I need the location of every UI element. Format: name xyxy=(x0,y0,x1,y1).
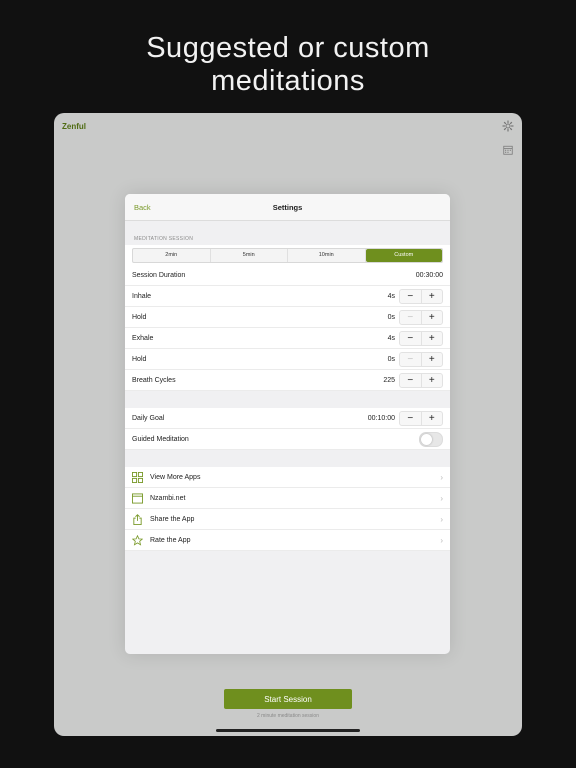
daily-goal-stepper: − + xyxy=(399,410,443,426)
settings-modal: Back Settings MEDITATION SESSION 2min 5m… xyxy=(125,194,450,654)
view-more-apps-row[interactable]: View More Apps › xyxy=(125,467,450,488)
hold-1-increment-button[interactable]: + xyxy=(422,311,443,324)
daily-goal-label: Daily Goal xyxy=(132,414,165,422)
settings-title: Settings xyxy=(272,203,303,212)
exhale-increment-button[interactable]: + xyxy=(422,332,443,345)
section-header-meditation-session: MEDITATION SESSION xyxy=(134,236,194,242)
exhale-decrement-button[interactable]: − xyxy=(400,331,422,345)
start-session-button[interactable]: Start Session xyxy=(224,689,352,709)
chevron-right-icon: › xyxy=(440,472,443,482)
duration-segmented-control: 2min 5min 10min Custom xyxy=(125,245,450,265)
grid-icon xyxy=(132,471,143,483)
segment-10min[interactable]: 10min xyxy=(288,248,366,262)
hold-row-2: Hold 0s − + xyxy=(125,349,450,370)
hold-1-decrement-button[interactable]: − xyxy=(400,310,422,324)
hold-stepper-2: − + xyxy=(399,351,443,367)
hold-row-1: Hold 0s − + xyxy=(125,307,450,328)
guided-meditation-toggle[interactable] xyxy=(419,431,443,447)
home-indicator xyxy=(216,729,360,732)
inhale-stepper: − + xyxy=(399,288,443,304)
breath-cycles-stepper: − + xyxy=(399,372,443,388)
inhale-value: 4s xyxy=(387,292,395,300)
breath-cycles-increment-button[interactable]: + xyxy=(422,374,443,387)
session-duration-value: 00:30:00 xyxy=(415,271,443,279)
inhale-label: Inhale xyxy=(132,292,152,300)
session-subtitle: 2 minute meditation session xyxy=(257,713,319,719)
hold-label-2: Hold xyxy=(132,355,147,363)
segment-5min[interactable]: 5min xyxy=(211,248,288,262)
view-more-apps-label: View More Apps xyxy=(150,473,201,481)
hold-value-1: 0s xyxy=(387,313,395,321)
app-title: Zenful xyxy=(62,122,86,131)
website-row[interactable]: Nzambi.net › xyxy=(125,488,450,509)
headline: Suggested or custom meditations xyxy=(0,32,576,98)
breath-cycles-value: 225 xyxy=(383,376,395,384)
goals-group: Daily Goal 00:10:00 − + Guided Meditatio… xyxy=(125,408,450,450)
session-duration-row: Session Duration 00:30:00 xyxy=(125,265,450,286)
chevron-right-icon: › xyxy=(440,514,443,524)
chevron-right-icon: › xyxy=(440,535,443,545)
breath-cycles-row: Breath Cycles 225 − + xyxy=(125,370,450,391)
device-screen: Zenful Back Settings MEDITATION SESSION … xyxy=(54,113,522,736)
daily-goal-value: 00:10:00 xyxy=(367,414,395,422)
links-group: View More Apps › Nzambi.net › Share the … xyxy=(125,467,450,551)
exhale-row: Exhale 4s − + xyxy=(125,328,450,349)
segment-custom[interactable]: Custom xyxy=(365,248,442,262)
daily-goal-increment-button[interactable]: + xyxy=(422,412,443,425)
breath-cycles-decrement-button[interactable]: − xyxy=(400,373,422,387)
exhale-value: 4s xyxy=(387,334,395,342)
share-app-row[interactable]: Share the App › xyxy=(125,509,450,530)
daily-goal-row: Daily Goal 00:10:00 − + xyxy=(125,408,450,429)
breath-cycles-label: Breath Cycles xyxy=(132,376,176,384)
hold-stepper-1: − + xyxy=(399,309,443,325)
hold-2-increment-button[interactable]: + xyxy=(422,353,443,366)
gear-icon[interactable] xyxy=(502,120,514,132)
hold-label-1: Hold xyxy=(132,313,147,321)
share-icon xyxy=(133,513,142,525)
share-app-label: Share the App xyxy=(150,515,195,523)
meditation-session-group: 2min 5min 10min Custom Session Duration … xyxy=(125,245,450,391)
calendar-icon[interactable] xyxy=(503,145,513,155)
website-label: Nzambi.net xyxy=(150,494,186,502)
settings-nav-bar: Back Settings xyxy=(125,194,450,221)
daily-goal-decrement-button[interactable]: − xyxy=(400,411,422,425)
rate-app-row[interactable]: Rate the App › xyxy=(125,530,450,551)
inhale-row: Inhale 4s − + xyxy=(125,286,450,307)
star-icon xyxy=(132,534,143,546)
hold-2-decrement-button[interactable]: − xyxy=(400,352,422,366)
exhale-label: Exhale xyxy=(132,334,154,342)
inhale-decrement-button[interactable]: − xyxy=(400,289,422,303)
chevron-right-icon: › xyxy=(440,493,443,503)
headline-line-1: Suggested or custom xyxy=(146,32,430,64)
browser-icon xyxy=(132,492,143,504)
exhale-stepper: − + xyxy=(399,330,443,346)
headline-line-2: meditations xyxy=(211,65,365,97)
hold-value-2: 0s xyxy=(387,355,395,363)
guided-meditation-label: Guided Meditation xyxy=(132,435,189,443)
rate-app-label: Rate the App xyxy=(150,536,191,544)
inhale-increment-button[interactable]: + xyxy=(422,290,443,303)
guided-meditation-row: Guided Meditation xyxy=(125,429,450,450)
session-duration-label: Session Duration xyxy=(132,271,186,279)
segment-2min[interactable]: 2min xyxy=(133,248,211,262)
